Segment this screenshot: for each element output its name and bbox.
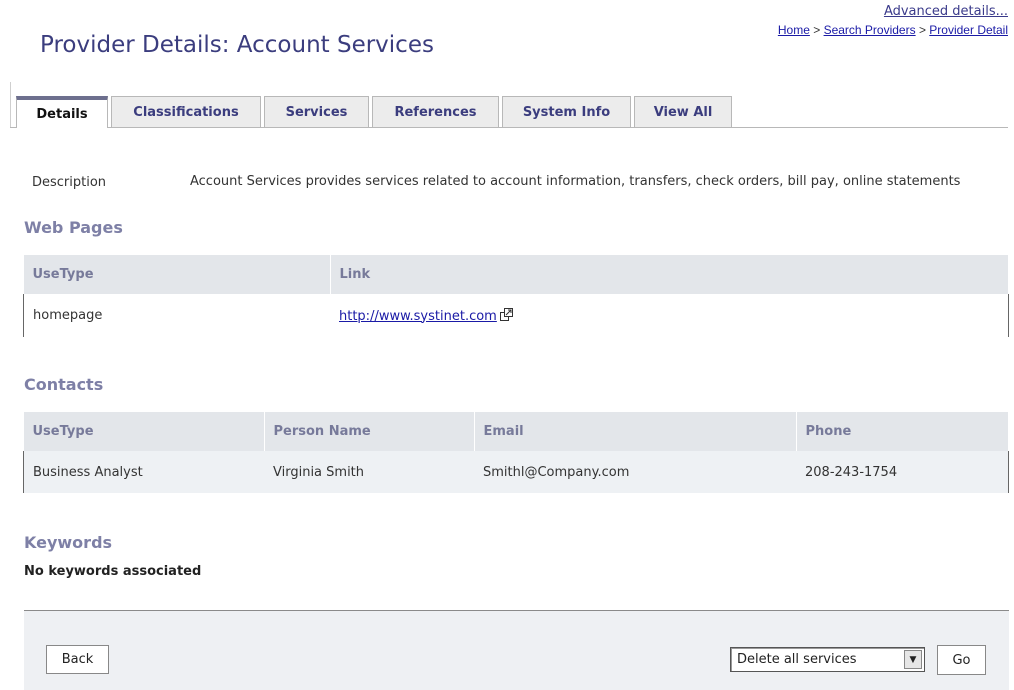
breadcrumb-separator: > xyxy=(809,23,824,37)
tab-view-all[interactable]: View All xyxy=(634,96,732,127)
contact-phone-cell: 208-243-1754 xyxy=(796,451,1009,493)
table-row: homepage http://www.systinet.com xyxy=(23,294,1009,337)
tabs-baseline xyxy=(10,127,1008,128)
tab-details[interactable]: Details xyxy=(16,96,108,128)
tab-classifications[interactable]: Classifications xyxy=(111,96,261,127)
web-pages-table: UseType Link homepage http://www.systine… xyxy=(23,255,1009,337)
breadcrumb-search-providers-link[interactable]: Search Providers xyxy=(824,23,916,37)
page-title: Provider Details: Account Services xyxy=(40,32,434,58)
back-button[interactable]: Back xyxy=(46,645,109,674)
tabs-left-border xyxy=(10,82,11,128)
tab-system-info[interactable]: System Info xyxy=(502,96,631,127)
column-header-phone: Phone xyxy=(796,412,1009,451)
go-button[interactable]: Go xyxy=(937,645,986,675)
table-row: Business Analyst Virginia Smith Smithl@C… xyxy=(23,451,1009,493)
no-keywords-text: No keywords associated xyxy=(24,564,202,579)
web-link-cell: http://www.systinet.com xyxy=(330,294,1009,337)
advanced-details-link[interactable]: Advanced details... xyxy=(884,4,1008,19)
description-value: Account Services provides services relat… xyxy=(190,174,961,189)
column-header-usetype: UseType xyxy=(23,412,265,451)
description-label: Description xyxy=(32,175,107,190)
breadcrumb-provider-detail-link[interactable]: Provider Detail xyxy=(929,23,1008,37)
tab-services[interactable]: Services xyxy=(264,96,369,127)
web-usetype-cell: homepage xyxy=(23,294,330,337)
contacts-table: UseType Person Name Email Phone Business… xyxy=(23,412,1009,493)
external-link-icon[interactable] xyxy=(499,307,513,321)
column-header-usetype: UseType xyxy=(23,255,331,294)
breadcrumb-home-link[interactable]: Home xyxy=(778,23,810,37)
action-select-value: Delete all services xyxy=(737,652,857,667)
chevron-down-icon[interactable]: ▼ xyxy=(904,650,922,669)
keywords-heading: Keywords xyxy=(24,533,113,552)
tab-references[interactable]: References xyxy=(372,96,499,127)
web-pages-heading: Web Pages xyxy=(24,218,123,237)
action-select[interactable]: Delete all services ▼ xyxy=(730,647,925,672)
breadcrumb: Home > Search Providers > Provider Detai… xyxy=(778,23,1008,37)
column-header-email: Email xyxy=(474,412,797,451)
contact-email-cell: Smithl@Company.com xyxy=(474,451,796,493)
column-header-person-name: Person Name xyxy=(264,412,475,451)
contact-person-cell: Virginia Smith xyxy=(264,451,474,493)
breadcrumb-separator: > xyxy=(915,23,930,37)
contact-usetype-cell: Business Analyst xyxy=(23,451,264,493)
column-header-link: Link xyxy=(330,255,1009,294)
contacts-heading: Contacts xyxy=(24,375,104,394)
homepage-link[interactable]: http://www.systinet.com xyxy=(339,309,497,324)
